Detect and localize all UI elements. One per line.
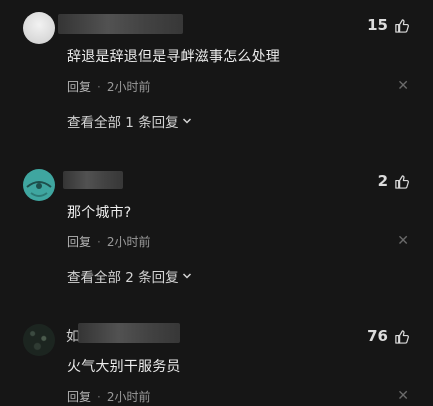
separator-dot: · (97, 234, 101, 249)
expand-replies-button[interactable]: 查看全部 2 条回复 (67, 266, 192, 286)
thumbs-up-icon (395, 329, 409, 344)
like-button[interactable]: 76 (367, 327, 409, 345)
like-button[interactable]: 2 (378, 172, 409, 190)
like-count: 2 (377, 172, 388, 190)
comment-meta: 回复 · 2小时前 (67, 78, 150, 95)
username-redacted (58, 14, 183, 34)
avatar-graphic (26, 181, 52, 197)
chevron-down-icon (182, 118, 191, 124)
avatar[interactable] (23, 169, 55, 201)
like-count: 15 (367, 16, 388, 34)
thumbs-up-icon (395, 174, 409, 189)
expand-replies-label: 查看全部 2 条回复 (67, 270, 179, 286)
comment-text: 那个城市? (67, 205, 132, 221)
avatar[interactable] (23, 12, 55, 44)
like-count: 76 (367, 327, 388, 345)
comment-time: 2小时前 (106, 235, 151, 249)
close-icon[interactable]: ✕ (397, 233, 409, 249)
username-redacted (78, 323, 180, 343)
comment-meta: 回复 · 2小时前 (67, 388, 150, 405)
expand-replies-button[interactable]: 查看全部 1 条回复 (67, 111, 192, 131)
separator-dot: · (97, 389, 101, 404)
thumbs-up-icon (395, 18, 409, 33)
username-redacted (63, 171, 123, 189)
avatar[interactable] (23, 324, 55, 356)
reply-button[interactable]: 回复 (67, 233, 91, 250)
like-button[interactable]: 15 (367, 16, 409, 34)
comment-text: 火气大别干服务员 (67, 359, 181, 375)
comment-text: 辞退是辞退但是寻衅滋事怎么处理 (67, 49, 280, 65)
comment-time: 2小时前 (106, 80, 151, 94)
comment-time: 2小时前 (106, 390, 151, 404)
separator-dot: · (97, 79, 101, 94)
chevron-down-icon (182, 273, 191, 279)
reply-button[interactable]: 回复 (67, 78, 91, 95)
reply-button[interactable]: 回复 (67, 388, 91, 405)
close-icon[interactable]: ✕ (397, 388, 409, 404)
close-icon[interactable]: ✕ (397, 78, 409, 94)
comment-meta: 回复 · 2小时前 (67, 233, 150, 250)
expand-replies-label: 查看全部 1 条回复 (67, 115, 179, 131)
